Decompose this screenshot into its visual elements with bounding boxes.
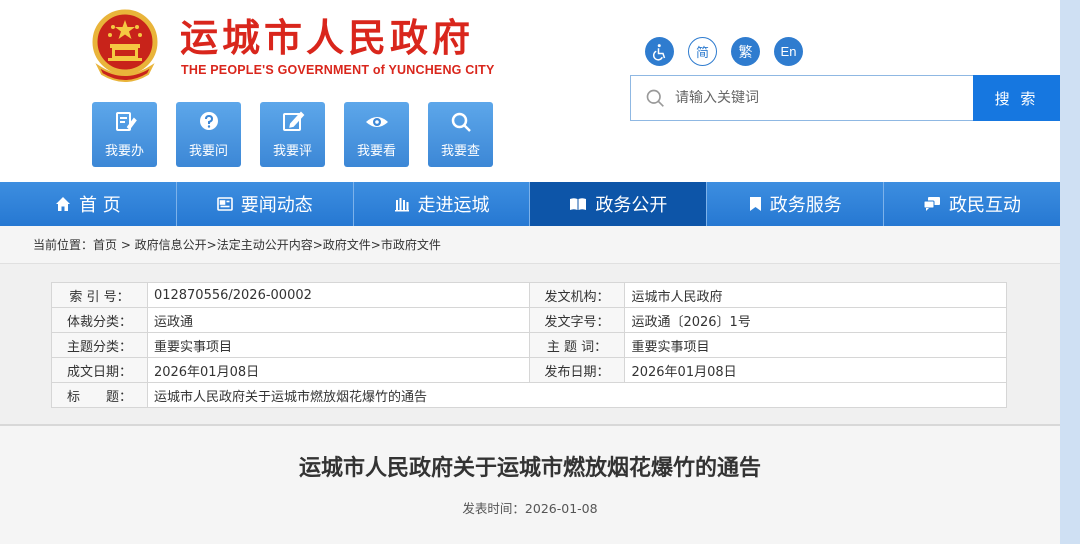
- quick-link-label: 我要看: [356, 144, 396, 159]
- main-nav: 首 页 要闻动态 走进运城 政务公开 政务服务 政民互动: [0, 182, 1060, 226]
- meta-doc-no: 运政通〔2026〕1号: [624, 307, 1007, 333]
- site-header: 运城市人民政府 THE PEOPLE'S GOVERNMENT of YUNCH…: [0, 0, 1060, 182]
- quick-links: 我要办 我要问 我要评 我要看 我要查: [92, 102, 493, 167]
- search-button[interactable]: 搜 索: [973, 75, 1060, 121]
- meta-published-date: 2026年01月08日: [624, 357, 1007, 383]
- table-row: 标 题： 运城市人民政府关于运城市燃放烟花爆竹的通告: [51, 382, 1008, 408]
- nav-item-label: 政民互动: [949, 195, 1022, 216]
- article: 运城市人民政府关于运城市燃放烟花爆竹的通告 发表时间：2026-01-08: [0, 426, 1060, 544]
- meta-label: 索 引 号：: [51, 282, 148, 308]
- table-row: 索 引 号： 012870556/2026-00002 发文机构： 运城市人民政…: [51, 282, 1007, 308]
- nav-item-services[interactable]: 政务服务: [707, 182, 885, 226]
- meta-label: 发文机构：: [528, 282, 626, 308]
- bookmark-icon: [749, 197, 761, 211]
- quick-link-label: 我要问: [188, 144, 228, 159]
- document-meta-area: 索 引 号： 012870556/2026-00002 发文机构： 运城市人民政…: [0, 264, 1060, 426]
- quick-link-view[interactable]: 我要看: [344, 102, 409, 167]
- home-icon: [56, 197, 71, 211]
- quick-link-apply[interactable]: 我要办: [92, 102, 157, 167]
- book-icon: [570, 198, 587, 210]
- accessibility-icon: [652, 43, 665, 61]
- quick-link-search[interactable]: 我要查: [428, 102, 493, 167]
- traditional-chinese-button[interactable]: 繁: [731, 37, 760, 66]
- meta-issuer: 运城市人民政府: [624, 282, 1007, 308]
- quick-link-label: 我要评: [272, 144, 312, 159]
- news-icon: [216, 197, 233, 211]
- question-icon: [199, 112, 218, 130]
- accessibility-button[interactable]: [645, 37, 674, 66]
- search-icon: [646, 89, 664, 107]
- nav-item-news[interactable]: 要闻动态: [177, 182, 354, 226]
- nav-item-about[interactable]: 走进运城: [354, 182, 531, 226]
- nav-item-label: 政务服务: [769, 195, 842, 216]
- pen-icon: [282, 111, 304, 131]
- english-button[interactable]: En: [774, 37, 803, 66]
- meta-label: 发布日期：: [528, 357, 626, 383]
- meta-topic: 重要实事项目: [146, 332, 530, 358]
- search-box: [630, 75, 974, 121]
- meta-label: 发文字号：: [528, 307, 626, 333]
- page-side-strip: [1060, 0, 1080, 544]
- meta-label: 体裁分类：: [51, 307, 148, 333]
- document-meta-table: 索 引 号： 012870556/2026-00002 发文机构： 运城市人民政…: [51, 282, 1008, 408]
- quick-link-evaluate[interactable]: 我要评: [260, 102, 325, 167]
- meta-written-date: 2026年01月08日: [146, 357, 530, 383]
- nav-item-label: 走进运城: [417, 195, 490, 216]
- quick-link-ask[interactable]: 我要问: [176, 102, 241, 167]
- quick-link-label: 我要查: [440, 144, 480, 159]
- edit-doc-icon: [115, 112, 137, 131]
- nav-item-gov-affairs[interactable]: 政务公开: [530, 182, 708, 226]
- building-icon: [394, 198, 409, 212]
- quick-link-label: 我要办: [104, 144, 144, 159]
- simplified-chinese-button[interactable]: 简: [688, 37, 717, 66]
- meta-label: 标 题：: [51, 382, 148, 408]
- meta-subject: 运城市人民政府关于运城市燃放烟花爆竹的通告: [146, 382, 1008, 408]
- table-row: 成文日期： 2026年01月08日 发布日期： 2026年01月08日: [51, 357, 1007, 383]
- meta-index-no: 012870556/2026-00002: [146, 282, 530, 308]
- breadcrumb: 当前位置：首页 > 政府信息公开>法定主动公开内容>政府文件>市政府文件: [0, 226, 1060, 264]
- chat-icon: [923, 197, 941, 211]
- table-row: 体裁分类： 运政通 发文字号： 运政通〔2026〕1号: [51, 307, 1007, 333]
- nav-item-label: 政务公开: [595, 195, 668, 216]
- meta-keyword: 重要实事项目: [624, 332, 1007, 358]
- publish-date: 发表时间：2026-01-08: [462, 501, 598, 516]
- site-title-en: THE PEOPLE'S GOVERNMENT of YUNCHENG CITY: [181, 63, 495, 77]
- table-row: 主题分类： 重要实事项目 主 题 词： 重要实事项目: [51, 332, 1007, 358]
- article-title: 运城市人民政府关于运城市燃放烟花爆竹的通告: [298, 456, 761, 481]
- search-icon: [451, 112, 471, 132]
- meta-label: 成文日期：: [51, 357, 148, 383]
- national-emblem-icon: [92, 9, 158, 82]
- tool-buttons: 简 繁 En: [645, 37, 803, 66]
- meta-label: 主题分类：: [51, 332, 148, 358]
- eye-icon: [365, 117, 388, 127]
- site-title: 运城市人民政府: [180, 15, 475, 60]
- meta-genre: 运政通: [146, 307, 530, 333]
- meta-label: 主 题 词：: [528, 332, 626, 358]
- search-input[interactable]: [675, 90, 955, 106]
- nav-item-interaction[interactable]: 政民互动: [884, 182, 1060, 226]
- nav-item-home[interactable]: 首 页: [0, 182, 177, 226]
- nav-item-label: 要闻动态: [240, 195, 313, 216]
- nav-item-label: 首 页: [79, 195, 121, 216]
